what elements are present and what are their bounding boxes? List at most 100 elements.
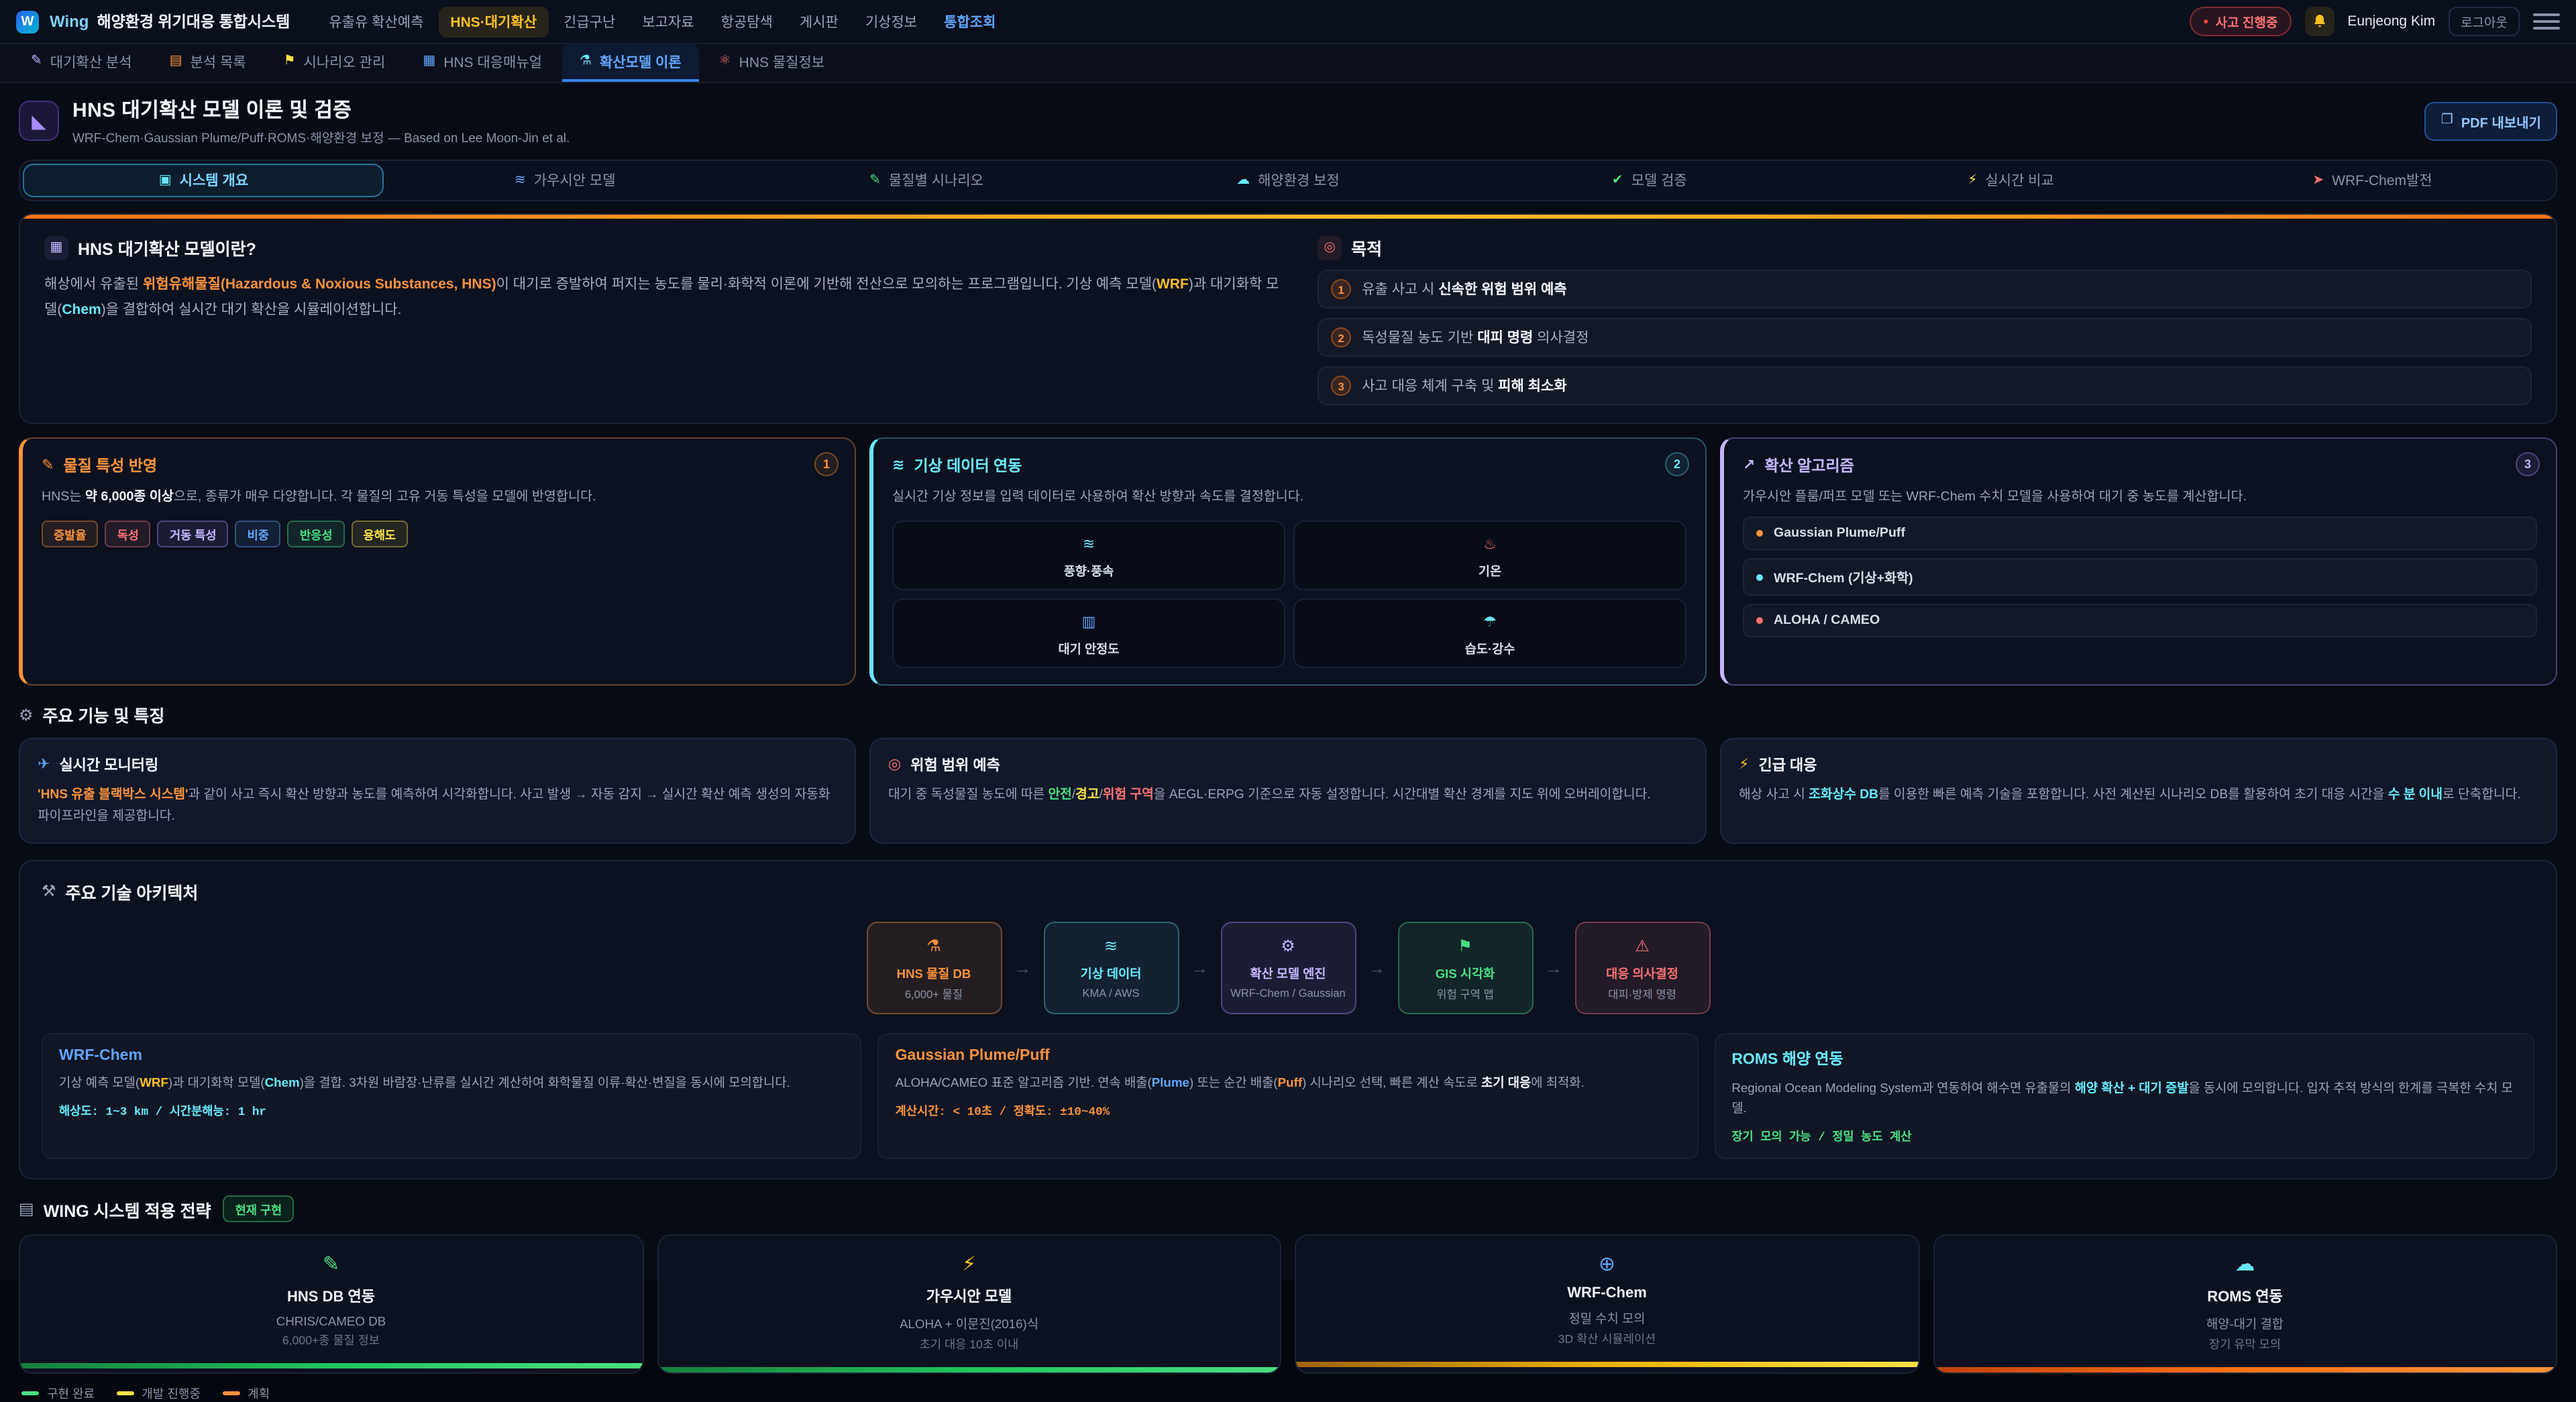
step-number-badge: 1	[814, 452, 839, 476]
algo-item-wrf-chem: WRF-Chem (기상+화학)	[1743, 558, 2537, 596]
property-tags: 증발율 독성 거동 특성 비중 반응성 용해도	[42, 521, 836, 547]
target-icon: ◎	[1318, 235, 1342, 260]
nav-item-emergency-rescue[interactable]: 긴급구난	[551, 6, 627, 37]
card-substance-characteristics: ✎ 물질 특성 반영 1 HNS는 약 6,000종 이상으로, 종류가 매우 …	[19, 437, 856, 686]
architecture-section: ⚒ 주요 기술 아키텍처 ⚗ HNS 물질 DB 6,000+ 물질 → ≋ 기…	[19, 860, 2557, 1180]
nav-item-weather-info[interactable]: 기상정보	[853, 6, 929, 37]
intro-definition: ▦ HNS 대기확산 모델이란? 해상에서 유출된 위험유해물질(Hazardo…	[44, 235, 1283, 405]
weather-box-temperature: ♨ 기온	[1293, 521, 1686, 590]
tab-hns-substance-info[interactable]: ⚛ HNS 물질정보	[702, 44, 842, 82]
architecture-title-row: ⚒ 주요 기술 아키텍처	[42, 879, 2534, 904]
feature-emergency-response: ⚡ 긴급 대응 해상 사고 시 조화상수 DB를 이용한 빠른 예측 기술을 포…	[1720, 738, 2557, 843]
card-title-row: ↗ 확산 알고리즘	[1743, 455, 2537, 476]
strategy-card-gaussian: ⚡ 가우시안 모델 ALOHA + 이문진(2016)식 초기 대응 10초 이…	[657, 1235, 1281, 1374]
page-title: HNS 대기확산 모델 이론 및 검증	[72, 95, 570, 123]
features-title-row: ⚙ 주요 기능 및 특징	[19, 702, 2557, 727]
legend-dash-icon	[21, 1391, 39, 1395]
list-icon: ▤	[170, 55, 182, 68]
hamburger-menu-icon[interactable]	[2533, 9, 2560, 34]
flask-icon: ⚗	[580, 55, 592, 68]
satellite-icon: ✈	[38, 757, 50, 772]
architecture-icon: ⚒	[42, 883, 56, 900]
weather-input-grid: ≋ 풍향·풍속 ♨ 기온 ▥ 대기 안정도 ☂ 습도·강수	[892, 521, 1686, 668]
flow-node-model-engine: ⚙ 확산 모델 엔진 WRF-Chem / Gaussian	[1220, 922, 1356, 1014]
rocket-icon: ➤	[2312, 174, 2324, 187]
card-body: 가우시안 플룸/퍼프 모델 또는 WRF-Chem 수치 모델을 사용하여 대기…	[1743, 487, 2537, 508]
card-body: 실시간 기상 정보를 입력 데이터로 사용하여 확산 방향과 속도를 결정합니다…	[892, 487, 1686, 508]
tab-hns-response-manual[interactable]: ▦ HNS 대응매뉴얼	[405, 44, 559, 82]
current-implementation-badge: 현재 구현	[223, 1196, 294, 1223]
intro-title-row: ▦ HNS 대기확산 모델이란?	[44, 235, 1283, 260]
pill-gaussian-model[interactable]: ≋ 가우시안 모델	[384, 164, 746, 197]
strategy-card-wrf-chem: ⊕ WRF-Chem 정밀 수치 모의 3D 확산 시뮬레이션	[1295, 1235, 1919, 1374]
legend-item-planned: 계획	[222, 1385, 270, 1402]
tag-reactivity: 반응성	[288, 521, 345, 547]
wind-icon: ≋	[1083, 538, 1095, 553]
pencil-icon: ✎	[869, 174, 881, 187]
tab-analysis-list[interactable]: ▤ 분석 목록	[152, 44, 264, 82]
alert-icon: ⚠	[1635, 938, 1650, 954]
incident-status-badge: ● 사고 진행중	[2190, 7, 2291, 36]
export-icon: ❐	[2441, 114, 2453, 127]
tag-evaporation: 증발율	[42, 521, 99, 547]
nav-item-integrated-search[interactable]: 통합조회	[932, 6, 1008, 37]
pdf-export-button[interactable]: ❐ PDF 내보내기	[2425, 101, 2557, 140]
tab-diffusion-analysis[interactable]: ✎ 대기확산 분석	[13, 44, 150, 82]
feature-risk-range-prediction: ◎ 위험 범위 예측 대기 중 독성물질 농도에 따른 안전/경고/위험 구역을…	[869, 738, 1707, 843]
pill-realtime-comparison[interactable]: ⚡ 실시간 비교	[1830, 164, 2192, 197]
feature-realtime-monitoring: ✈ 실시간 모니터링 'HNS 유출 블랙박스 시스템'과 같이 사고 즉시 확…	[19, 738, 856, 843]
legend-item-done: 구현 완료	[21, 1385, 95, 1402]
cloud-icon: ☁	[1236, 174, 1250, 187]
strategy-title-row: ▤ WING 시스템 적용 전략	[19, 1197, 211, 1222]
tab-model-theory[interactable]: ⚗ 확산모델 이론	[562, 44, 699, 82]
status-bar-done	[20, 1364, 642, 1368]
logout-button[interactable]: 로그아웃	[2449, 7, 2520, 36]
book-icon: ▦	[44, 235, 68, 260]
bolt-icon: ⚡	[1968, 174, 1977, 187]
nav-item-hns-atmospheric-diffusion[interactable]: HNS·대기확산	[438, 6, 549, 37]
tag-specific-gravity: 비중	[235, 521, 281, 547]
step-number-badge: 3	[2516, 452, 2540, 476]
weather-box-wind: ≋ 풍향·풍속	[892, 521, 1285, 590]
user-name[interactable]: Eunjeong Kim	[2347, 13, 2435, 30]
flow-node-decision: ⚠ 대응 의사결정 대피·방제 명령	[1574, 922, 1710, 1014]
topnav-right: ● 사고 진행중 Eunjeong Kim 로그아웃	[2190, 7, 2560, 36]
tab-scenario-management[interactable]: ⚑ 시나리오 관리	[266, 44, 403, 82]
map-icon: ⚑	[1458, 938, 1472, 954]
pill-model-validation[interactable]: ✔ 모델 검증	[1468, 164, 1830, 197]
gear-icon: ⚙	[19, 706, 34, 722]
pencil-icon: ✎	[323, 1255, 339, 1275]
nav-item-aerial-search[interactable]: 항공탐색	[709, 6, 785, 37]
architecture-title: 주요 기술 아키텍처	[66, 879, 199, 904]
wave-icon: ≋	[515, 174, 526, 187]
folder-icon: ⚑	[284, 55, 296, 68]
check-icon: ✔	[1612, 174, 1623, 187]
target-icon: ◎	[888, 757, 901, 772]
model-theory-icon: ◣	[19, 101, 59, 141]
intro-title: HNS 대기확산 모델이란?	[78, 235, 256, 260]
purpose-item: 1 유출 사고 시 신속한 위험 범위 예측	[1318, 270, 2532, 309]
card-weather-data-link: ≋ 기상 데이터 연동 2 실시간 기상 정보를 입력 데이터로 사용하여 확산…	[869, 437, 1707, 686]
strategy-card-roms: ☁ ROMS 연동 해양-대기 결합 장기 유막 모의	[1933, 1235, 2557, 1374]
cloud-icon: ☁	[2235, 1255, 2255, 1275]
architecture-columns: WRF-Chem 기상 예측 모델(WRF)과 대기화학 모델(Chem)을 결…	[42, 1033, 2534, 1160]
pill-substance-scenarios[interactable]: ✎ 물질별 시나리오	[746, 164, 1108, 197]
card-body: HNS는 약 6,000종 이상으로, 종류가 매우 다양합니다. 각 물질의 …	[42, 487, 836, 508]
bullet-icon	[1756, 530, 1763, 537]
nav-item-board[interactable]: 게시판	[788, 6, 851, 37]
notification-bell-icon[interactable]	[2304, 7, 2334, 36]
pill-marine-correction[interactable]: ☁ 해양환경 보정	[1108, 164, 1469, 197]
flow-node-weather-data: ≋ 기상 데이터 KMA / AWS	[1043, 922, 1179, 1014]
thermometer-icon: ♨	[1483, 538, 1497, 553]
bolt-icon: ⚡	[962, 1255, 976, 1275]
purpose-panel: ◎ 목적 1 유출 사고 시 신속한 위험 범위 예측 2 독성물질 농도 기반…	[1318, 235, 2532, 405]
bullet-icon	[1756, 617, 1763, 624]
pill-system-overview[interactable]: ▣ 시스템 개요	[23, 164, 384, 197]
pencil-icon: ✎	[42, 458, 54, 473]
nav-item-reports[interactable]: 보고자료	[630, 6, 706, 37]
nav-item-oil-spill-prediction[interactable]: 유출유 확산예측	[317, 6, 435, 37]
flow-node-gis-visualization: ⚑ GIS 시각화 위험 구역 맵	[1397, 922, 1533, 1014]
card-title-row: ✎ 물질 특성 반영	[42, 455, 836, 476]
pill-wrf-chem-advancement[interactable]: ➤ WRF-Chem발전	[2192, 164, 2553, 197]
purpose-item: 3 사고 대응 체계 구축 및 피해 최소화	[1318, 366, 2532, 405]
